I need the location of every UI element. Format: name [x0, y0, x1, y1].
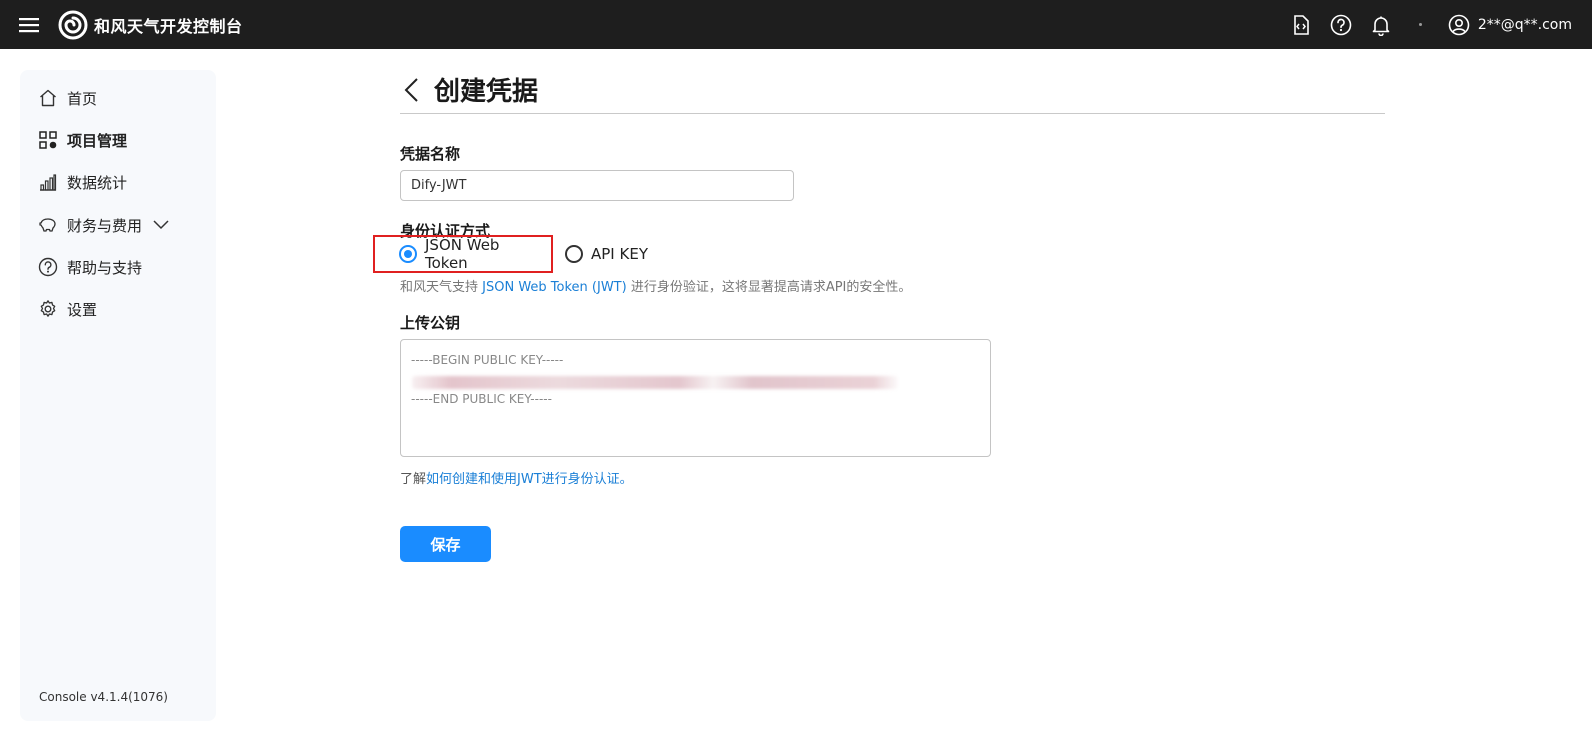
console-version: Console v4.1.4(1076) — [39, 690, 168, 704]
sidebar-item-settings[interactable]: 设置 — [38, 293, 97, 325]
public-key-label: 上传公钥 — [400, 314, 461, 332]
sidebar-item-statistics[interactable]: 数据统计 — [38, 166, 127, 198]
radio-unchecked-indicator — [565, 245, 583, 263]
page-header: 创建凭据 — [400, 66, 1385, 114]
auth-hint: 和风天气支持 JSON Web Token (JWT) 进行身份验证，这将显著提… — [400, 276, 911, 295]
sidebar-item-label: 设置 — [67, 300, 98, 319]
redacted-key-blur — [412, 376, 898, 389]
gear-icon — [40, 300, 56, 317]
bell-icon — [1372, 16, 1390, 36]
top-bar: 和风天气开发控制台 2**@q**.com — [0, 0, 1592, 49]
notifications-button[interactable] — [1369, 13, 1393, 37]
radio-api-key-label: API KEY — [591, 245, 648, 263]
credential-name-label: 凭据名称 — [400, 145, 461, 163]
grid-icon — [39, 131, 57, 149]
brand-name: 和风天气开发控制台 — [94, 16, 243, 36]
user-email: 2**@q**.com — [1477, 16, 1572, 33]
sidebar-item-label: 项目管理 — [67, 131, 128, 150]
credential-name-input[interactable] — [400, 170, 794, 201]
auth-method-radio-group: JSON Web Token API KEY — [373, 235, 655, 273]
qweather-logo-icon — [58, 10, 88, 39]
top-right-actions: 2**@q**.com — [1289, 0, 1572, 49]
chevron-down-icon — [153, 220, 169, 230]
home-icon — [40, 89, 56, 107]
help-icon — [38, 257, 58, 277]
jwt-guide-link[interactable]: 如何创建和使用JWT进行身份认证。 — [426, 472, 633, 487]
user-circle-icon — [1448, 14, 1470, 35]
brand[interactable]: 和风天气开发控制台 — [58, 10, 243, 40]
sidebar: 首页 项目管理 数据统计 财务与费用 帮助与支持 设置 Console v4.1… — [20, 70, 216, 721]
page-title: 创建凭据 — [434, 77, 539, 107]
radio-jwt-label: JSON Web Token — [425, 236, 500, 272]
radio-api-key[interactable]: API KEY — [553, 235, 655, 273]
radio-jwt[interactable]: JSON Web Token — [373, 235, 553, 273]
learn-more-prefix: 了解 — [400, 472, 427, 487]
separator-dot — [1418, 23, 1422, 26]
sidebar-item-help[interactable]: 帮助与支持 — [38, 251, 142, 283]
sidebar-item-projects[interactable]: 项目管理 — [38, 124, 127, 156]
sidebar-item-finance[interactable]: 财务与费用 — [38, 209, 171, 241]
chevron-left-icon — [404, 77, 418, 102]
api-docs-button[interactable] — [1289, 13, 1313, 37]
public-key-textarea[interactable]: -----BEGIN PUBLIC KEY----- -----END PUBL… — [400, 339, 991, 457]
sidebar-item-label: 财务与费用 — [67, 216, 143, 235]
radio-checked-indicator — [399, 245, 417, 263]
back-button[interactable] — [400, 74, 424, 106]
user-menu[interactable]: 2**@q**.com — [1448, 14, 1572, 36]
code-file-icon — [1294, 14, 1309, 35]
question-circle-icon — [1330, 14, 1352, 35]
save-button[interactable]: 保存 — [400, 526, 491, 562]
bar-chart-icon — [40, 174, 57, 191]
sidebar-item-home[interactable]: 首页 — [38, 82, 97, 114]
piggy-bank-icon — [39, 218, 56, 232]
help-button[interactable] — [1329, 13, 1353, 37]
menu-button[interactable] — [0, 0, 58, 49]
learn-more: 了解如何创建和使用JWT进行身份认证。 — [400, 468, 633, 487]
jwt-doc-link[interactable]: JSON Web Token (JWT) — [482, 280, 627, 295]
sidebar-item-label: 帮助与支持 — [67, 258, 143, 277]
auth-hint-prefix: 和风天气支持 — [400, 280, 483, 295]
sidebar-item-label: 数据统计 — [67, 173, 128, 192]
auth-hint-suffix: 进行身份验证，这将显著提高请求API的安全性。 — [626, 280, 912, 295]
hamburger-icon — [19, 17, 39, 32]
sidebar-item-label: 首页 — [67, 89, 98, 108]
